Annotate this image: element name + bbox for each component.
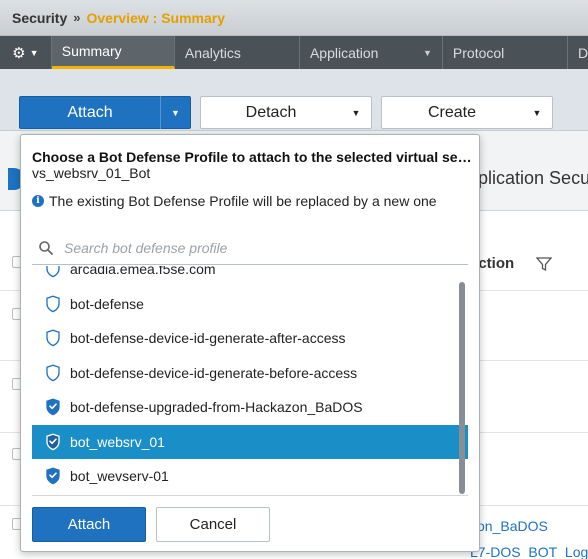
popup-note-text: The existing Bot Defense Profile will be…: [49, 193, 437, 209]
tab-application[interactable]: Application ▼: [300, 36, 443, 69]
page-title: pplication Secu: [468, 168, 588, 188]
list-item-label: bot-defense-device-id-generate-before-ac…: [70, 364, 358, 381]
list-item-label: bot-defense-device-id-generate-after-acc…: [70, 330, 346, 347]
tab-label: Protocol: [452, 44, 505, 61]
chevron-down-icon: ▼: [351, 107, 361, 118]
tab-label: Application: [309, 44, 379, 61]
attach-button-label: Attach: [67, 103, 113, 121]
list-item-label: bot_websrv_01: [70, 433, 165, 450]
shield-icon: [46, 467, 60, 485]
scrollbar-thumb[interactable]: [459, 282, 465, 494]
list-item[interactable]: bot-defense-upgraded-from-Hackazon_BaDOS: [32, 390, 468, 425]
tab-summary[interactable]: Summary: [51, 36, 175, 69]
shield-icon: [46, 398, 60, 416]
filter-icon[interactable]: [536, 256, 552, 272]
tab-d[interactable]: D: [568, 36, 588, 69]
popup-title: Choose a Bot Defense Profile to attach t…: [32, 149, 472, 165]
popup-subtitle: vs_websrv_01_Bot: [32, 165, 151, 181]
breadcrumb: Security » Overview : Summary: [0, 0, 588, 36]
detach-dropdown-button[interactable]: Detach ▼: [200, 96, 372, 129]
list-item-label: bot-defense: [70, 295, 144, 312]
shield-icon: [46, 433, 60, 451]
chevron-down-icon[interactable]: ▼: [161, 108, 190, 118]
shield-icon: [46, 329, 60, 347]
breadcrumb-section[interactable]: Security: [12, 10, 67, 26]
cancel-button[interactable]: Cancel: [156, 507, 270, 542]
attach-profile-popup: Choose a Bot Defense Profile to attach t…: [20, 134, 480, 552]
chevron-down-icon: ▼: [532, 107, 542, 118]
list-item[interactable]: bot_websrv_01: [32, 424, 468, 459]
list-item-label: bot_wevserv-01: [70, 468, 169, 485]
search-icon: [39, 240, 53, 255]
info-icon: i: [32, 195, 44, 207]
shield-icon: [46, 266, 60, 278]
detach-button-label: Detach: [245, 103, 297, 121]
breadcrumb-separator: »: [73, 10, 81, 25]
action-toolbar: Attach ▼ Detach ▼ Create ▼: [0, 69, 588, 131]
search-input[interactable]: [64, 239, 444, 256]
shield-icon: [46, 295, 60, 313]
gear-icon: ⚙: [12, 44, 26, 62]
profile-list: arcadia.emea.f5se.com bot-defense bot-defe…: [32, 266, 468, 492]
profile-link[interactable]: zon_BaDOS: [470, 518, 548, 534]
list-item[interactable]: bot_wevserv-01: [32, 459, 468, 492]
list-item[interactable]: arcadia.emea.f5se.com: [32, 266, 468, 287]
list-item-label: bot-defense-upgraded-from-Hackazon_BaDOS: [70, 399, 363, 416]
breadcrumb-current: Overview : Summary: [86, 9, 225, 26]
shield-icon: [46, 364, 60, 382]
tab-analytics[interactable]: Analytics: [175, 36, 300, 69]
tab-bar: ⚙ ▼ Summary Analytics Application ▼ Prot…: [0, 36, 588, 69]
chevron-down-icon: ▼: [29, 47, 39, 58]
list-item[interactable]: bot-defense-device-id-generate-before-ac…: [32, 356, 468, 391]
attach-button[interactable]: Attach: [32, 507, 146, 542]
settings-menu[interactable]: ⚙ ▼: [0, 36, 52, 69]
tab-label: Summary: [61, 43, 122, 59]
list-item[interactable]: bot-defense: [32, 287, 468, 322]
profile-search: [32, 231, 468, 265]
list-item[interactable]: bot-defense-device-id-generate-after-acc…: [32, 321, 468, 356]
tab-protocol[interactable]: Protocol: [443, 36, 568, 69]
list-item-label: arcadia.emea.f5se.com: [70, 266, 216, 278]
chevron-down-icon: ▼: [422, 47, 432, 58]
scrollbar[interactable]: [459, 282, 465, 494]
tab-label: Analytics: [184, 44, 241, 61]
create-dropdown-button[interactable]: Create ▼: [381, 96, 553, 129]
logger-link[interactable]: L7-DOS_BOT_Logger: [470, 544, 588, 559]
create-button-label: Create: [427, 103, 477, 121]
attach-dropdown-button[interactable]: Attach ▼: [19, 96, 191, 129]
popup-note: i The existing Bot Defense Profile will …: [32, 193, 437, 209]
tab-label: D: [578, 44, 588, 61]
popup-divider: [32, 495, 468, 496]
